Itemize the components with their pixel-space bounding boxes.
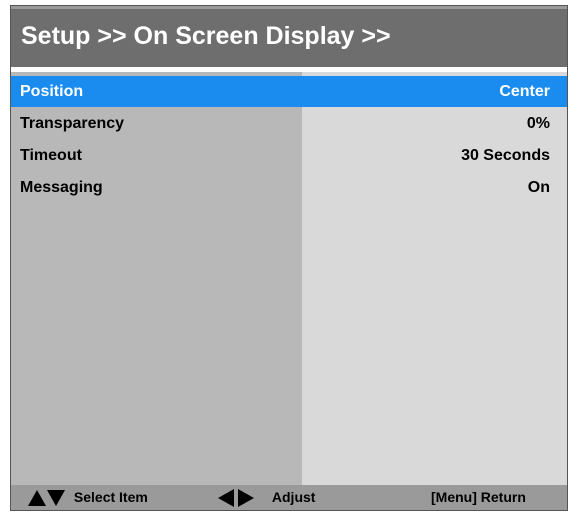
menu-item-value: Center — [499, 83, 550, 100]
menu-item-transparency[interactable]: Transparency 0% — [11, 108, 567, 139]
select-item-label: Select Item — [73, 489, 148, 505]
left-arrow-icon — [218, 489, 234, 508]
footer-hint-bar: Select Item Adjust [Menu] Return — [11, 485, 567, 510]
adjust-hint: Adjust — [218, 485, 315, 510]
title-bar: Setup >> On Screen Display >> — [11, 6, 567, 67]
up-arrow-icon — [28, 490, 46, 507]
menu-item-label: Messaging — [20, 179, 103, 196]
menu-item-messaging[interactable]: Messaging On — [11, 172, 567, 203]
menu-item-value: 0% — [526, 115, 550, 132]
menu-title: Setup >> On Screen Display >> — [21, 22, 391, 50]
right-arrow-icon — [238, 489, 254, 508]
menu-item-label: Transparency — [20, 115, 125, 132]
menu-item-value: On — [527, 179, 550, 196]
down-arrow-icon — [47, 490, 65, 507]
adjust-label: Adjust — [271, 489, 316, 505]
menu-item-timeout[interactable]: Timeout 30 Seconds — [11, 140, 567, 171]
menu-content: Position Center Transparency 0% Timeout … — [11, 72, 567, 485]
select-item-hint: Select Item — [28, 485, 148, 510]
menu-return-hint: [Menu] Return — [431, 485, 526, 510]
menu-item-position[interactable]: Position Center — [11, 76, 567, 107]
osd-menu: Setup >> On Screen Display >> Position C… — [10, 5, 568, 511]
menu-item-value: 30 Seconds — [461, 147, 550, 164]
menu-return-label: [Menu] Return — [431, 489, 526, 505]
menu-item-label: Position — [20, 83, 84, 100]
menu-item-label: Timeout — [20, 147, 82, 164]
